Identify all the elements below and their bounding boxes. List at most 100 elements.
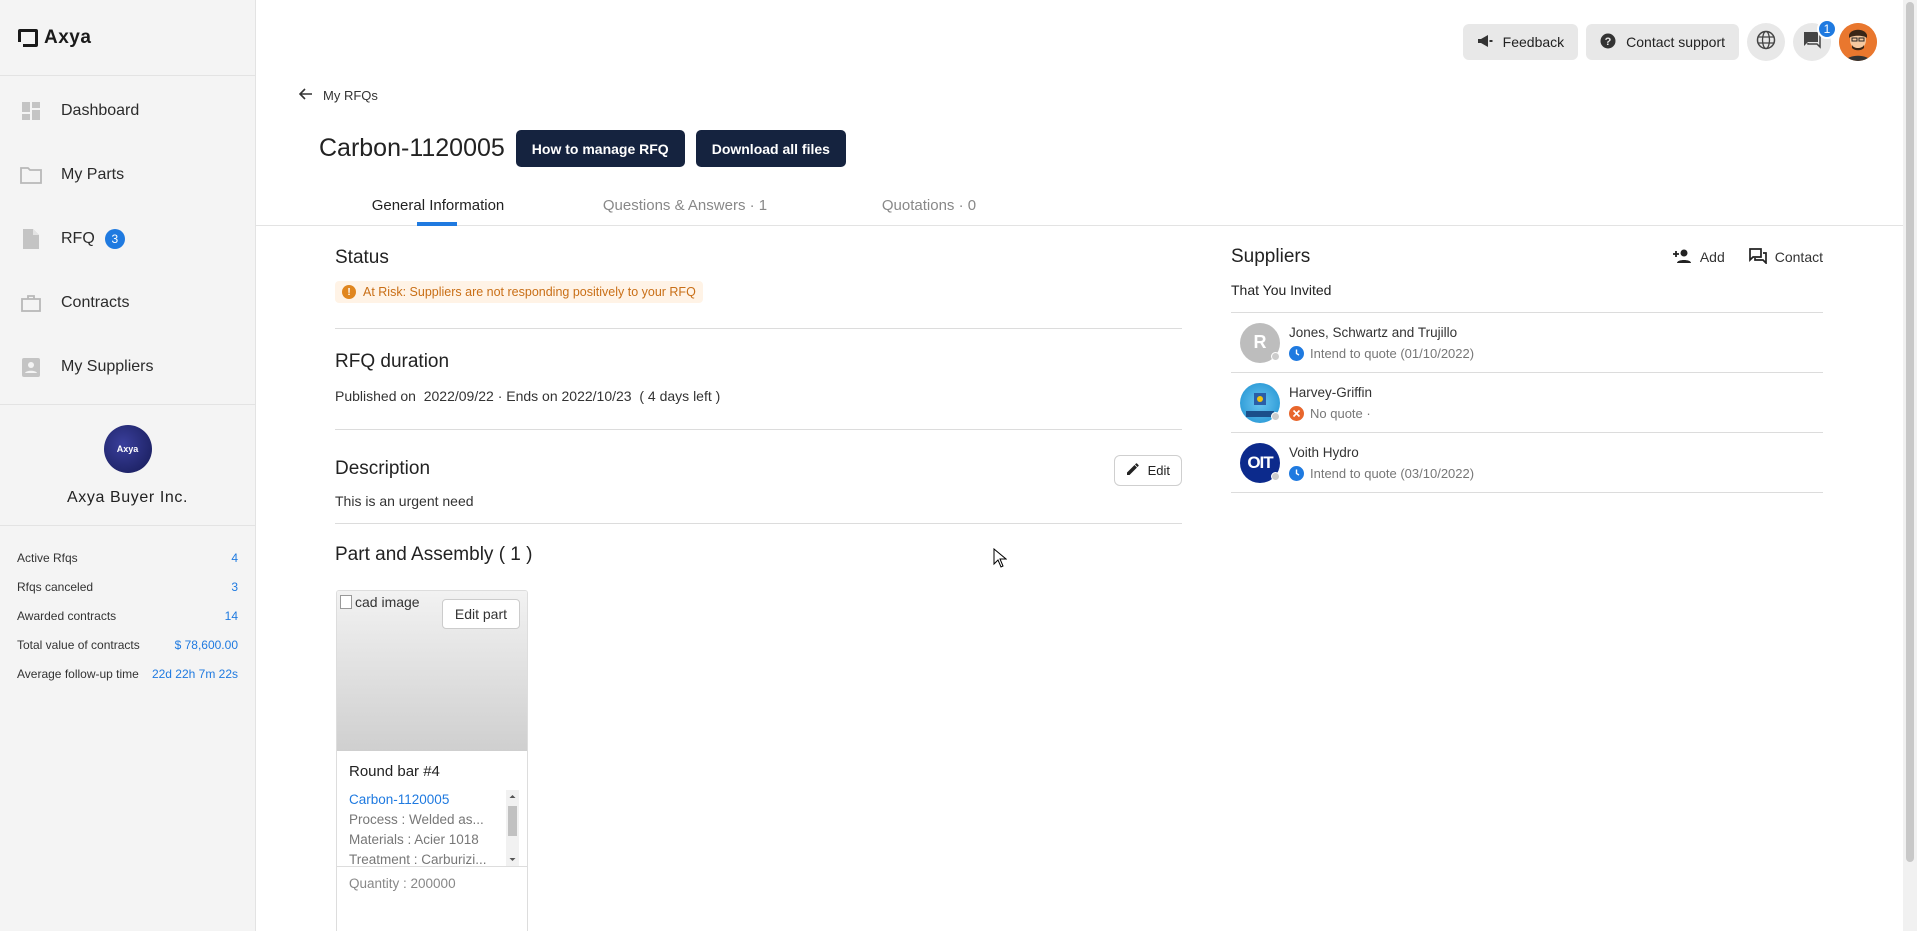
part-process: Process : Welded as...	[349, 812, 484, 827]
stat-label: Active Rfqs	[17, 550, 78, 565]
supplier-name: Jones, Schwartz and Trujillo	[1289, 324, 1458, 340]
supplier-avatar	[1240, 382, 1280, 423]
presence-dot	[1271, 351, 1280, 361]
risk-text: At Risk: Suppliers are not responding po…	[363, 285, 696, 299]
contact-support-button[interactable]: ? Contact support	[1586, 24, 1739, 60]
contact-suppliers-button[interactable]: Contact	[1748, 247, 1823, 267]
stat-row: Active Rfqs 4	[17, 543, 238, 572]
page-scroll-thumb[interactable]	[1906, 2, 1914, 862]
parts-title: Part and Assembly ( 1 )	[335, 544, 533, 565]
tab-quotations[interactable]: Quotations · 0	[859, 184, 999, 226]
stat-value: 14	[224, 608, 238, 623]
stat-label: Average follow-up time	[17, 666, 139, 681]
file-icon	[20, 228, 42, 250]
feedback-button[interactable]: Feedback	[1462, 24, 1579, 60]
presence-dot	[1271, 471, 1280, 481]
clock-icon	[1289, 345, 1304, 361]
dashboard-icon	[20, 100, 42, 122]
edit-label: Edit	[1147, 463, 1170, 478]
stat-label: Total value of contracts	[17, 637, 140, 652]
supplier-status-text: Intend to quote (01/10/2022)	[1310, 345, 1475, 361]
suppliers-panel: Suppliers Add Contact That You Invited R…	[1231, 226, 1823, 493]
sidebar-item-rfq[interactable]: RFQ 3	[0, 207, 255, 271]
pencil-icon	[1126, 462, 1140, 479]
add-supplier-button[interactable]: Add	[1672, 248, 1725, 267]
language-button[interactable]	[1747, 23, 1785, 61]
clock-icon	[1289, 465, 1304, 481]
download-all-files-button[interactable]: Download all files	[695, 130, 846, 167]
sidebar-item-dashboard[interactable]: Dashboard	[0, 79, 255, 143]
user-avatar-icon	[1839, 23, 1877, 61]
edit-description-button[interactable]: Edit	[1113, 455, 1182, 486]
back-link[interactable]: My RFQs	[298, 88, 378, 103]
stat-row: Total value of contracts $ 78,600.00	[17, 630, 238, 659]
supplier-name: Harvey-Griffin	[1289, 384, 1373, 400]
person-add-icon	[1672, 248, 1692, 267]
cad-image-alt: cad image	[340, 594, 420, 610]
supplier-status: Intend to quote (03/10/2022)	[1289, 465, 1475, 481]
app-logo[interactable]: Axya	[0, 0, 255, 76]
page-title: Carbon-1120005	[319, 134, 505, 162]
supplier-info: Jones, Schwartz and Trujillo Intend to q…	[1289, 325, 1474, 361]
published-label: Published on	[335, 388, 416, 404]
part-materials: Materials : Acier 1018	[349, 832, 479, 847]
rfq-count-badge: 3	[104, 229, 125, 249]
stats-list: Active Rfqs 4 Rfqs canceled 3 Awarded co…	[0, 526, 255, 688]
part-card[interactable]: cad image Edit part Round bar #4 Carbon-…	[336, 590, 528, 931]
company-avatar[interactable]: Axya	[103, 425, 152, 473]
tab-questions-answers[interactable]: Questions & Answers · 1	[579, 184, 791, 226]
tab-general-information[interactable]: General Information	[365, 184, 511, 226]
scroll-thumb[interactable]	[508, 806, 517, 836]
status-section: Status ! At Risk: Suppliers are not resp…	[335, 226, 1182, 329]
edit-part-button[interactable]: Edit part	[441, 599, 520, 629]
supplier-status: No quote ·	[1289, 405, 1372, 421]
sidebar-item-label: My Suppliers	[61, 358, 154, 375]
axya-logo-icon	[15, 28, 38, 50]
duration-text: Published on 2022/09/22 · Ends on 2022/1…	[335, 388, 1182, 404]
logo-text: Axya	[44, 26, 92, 48]
supplier-row[interactable]: OIT Voith Hydro Intend to quote (03/10/2…	[1231, 433, 1823, 493]
sidebar-item-my-parts[interactable]: My Parts	[0, 143, 255, 207]
supplier-actions: Add Contact	[1672, 247, 1823, 267]
supplier-avatar: R	[1240, 322, 1280, 363]
status-title: Status	[335, 247, 389, 268]
duration-section: RFQ duration Published on 2022/09/22 · E…	[335, 329, 1182, 430]
how-to-manage-button[interactable]: How to manage RFQ	[515, 130, 685, 167]
sidebar-item-my-suppliers[interactable]: My Suppliers	[0, 335, 255, 399]
sidebar-item-contracts[interactable]: Contracts	[0, 271, 255, 335]
details-scrollbar[interactable]	[506, 790, 519, 866]
messages-button[interactable]: 1	[1793, 19, 1837, 61]
cad-image: cad image Edit part	[337, 591, 527, 751]
add-label: Add	[1699, 249, 1725, 265]
page-scrollbar[interactable]	[1903, 0, 1917, 931]
user-avatar[interactable]	[1839, 23, 1877, 61]
part-details[interactable]: Carbon-1120005 Process : Welded as... Ma…	[349, 790, 519, 866]
contacts-icon	[20, 356, 42, 378]
end-date: · Ends on 2022/10/23	[497, 388, 632, 404]
sidebar: Axya Dashboard My Parts RFQ 3 Contracts …	[0, 0, 256, 931]
published-date: 2022/09/22	[423, 388, 494, 404]
company-card: Axya Axya Buyer Inc.	[0, 405, 255, 526]
supplier-initial: OIT	[1247, 452, 1273, 472]
help-icon: ?	[1600, 33, 1616, 52]
sidebar-item-label: My Parts	[61, 166, 125, 183]
supplier-status-text: Intend to quote (03/10/2022)	[1310, 465, 1475, 481]
tab-bar: General Information Questions & Answers …	[256, 184, 1904, 226]
supplier-row[interactable]: Harvey-Griffin No quote ·	[1231, 373, 1823, 433]
supplier-row[interactable]: R Jones, Schwartz and Trujillo Intend to…	[1231, 313, 1823, 373]
part-treatment: Treatment : Carburizi...	[349, 852, 487, 866]
description-section: Description This is an urgent need Edit	[335, 430, 1182, 524]
stat-value: 4	[231, 550, 238, 565]
stat-row: Rfqs canceled 3	[17, 572, 238, 601]
topbar: Feedback ? Contact support 1	[1462, 19, 1877, 61]
arrow-left-icon	[298, 88, 313, 103]
title-row: Carbon-1120005 How to manage RFQ Downloa…	[319, 130, 846, 167]
part-rfq-link[interactable]: Carbon-1120005	[349, 790, 519, 810]
part-quantity: Quantity : 200000	[337, 866, 527, 900]
stat-row: Awarded contracts 14	[17, 601, 238, 630]
duration-title: RFQ duration	[335, 351, 450, 372]
sidebar-item-label: Dashboard	[61, 102, 140, 119]
supplier-avatar: OIT	[1240, 442, 1280, 483]
folder-icon	[20, 164, 42, 186]
general-info-panel: Status ! At Risk: Suppliers are not resp…	[335, 226, 1182, 566]
